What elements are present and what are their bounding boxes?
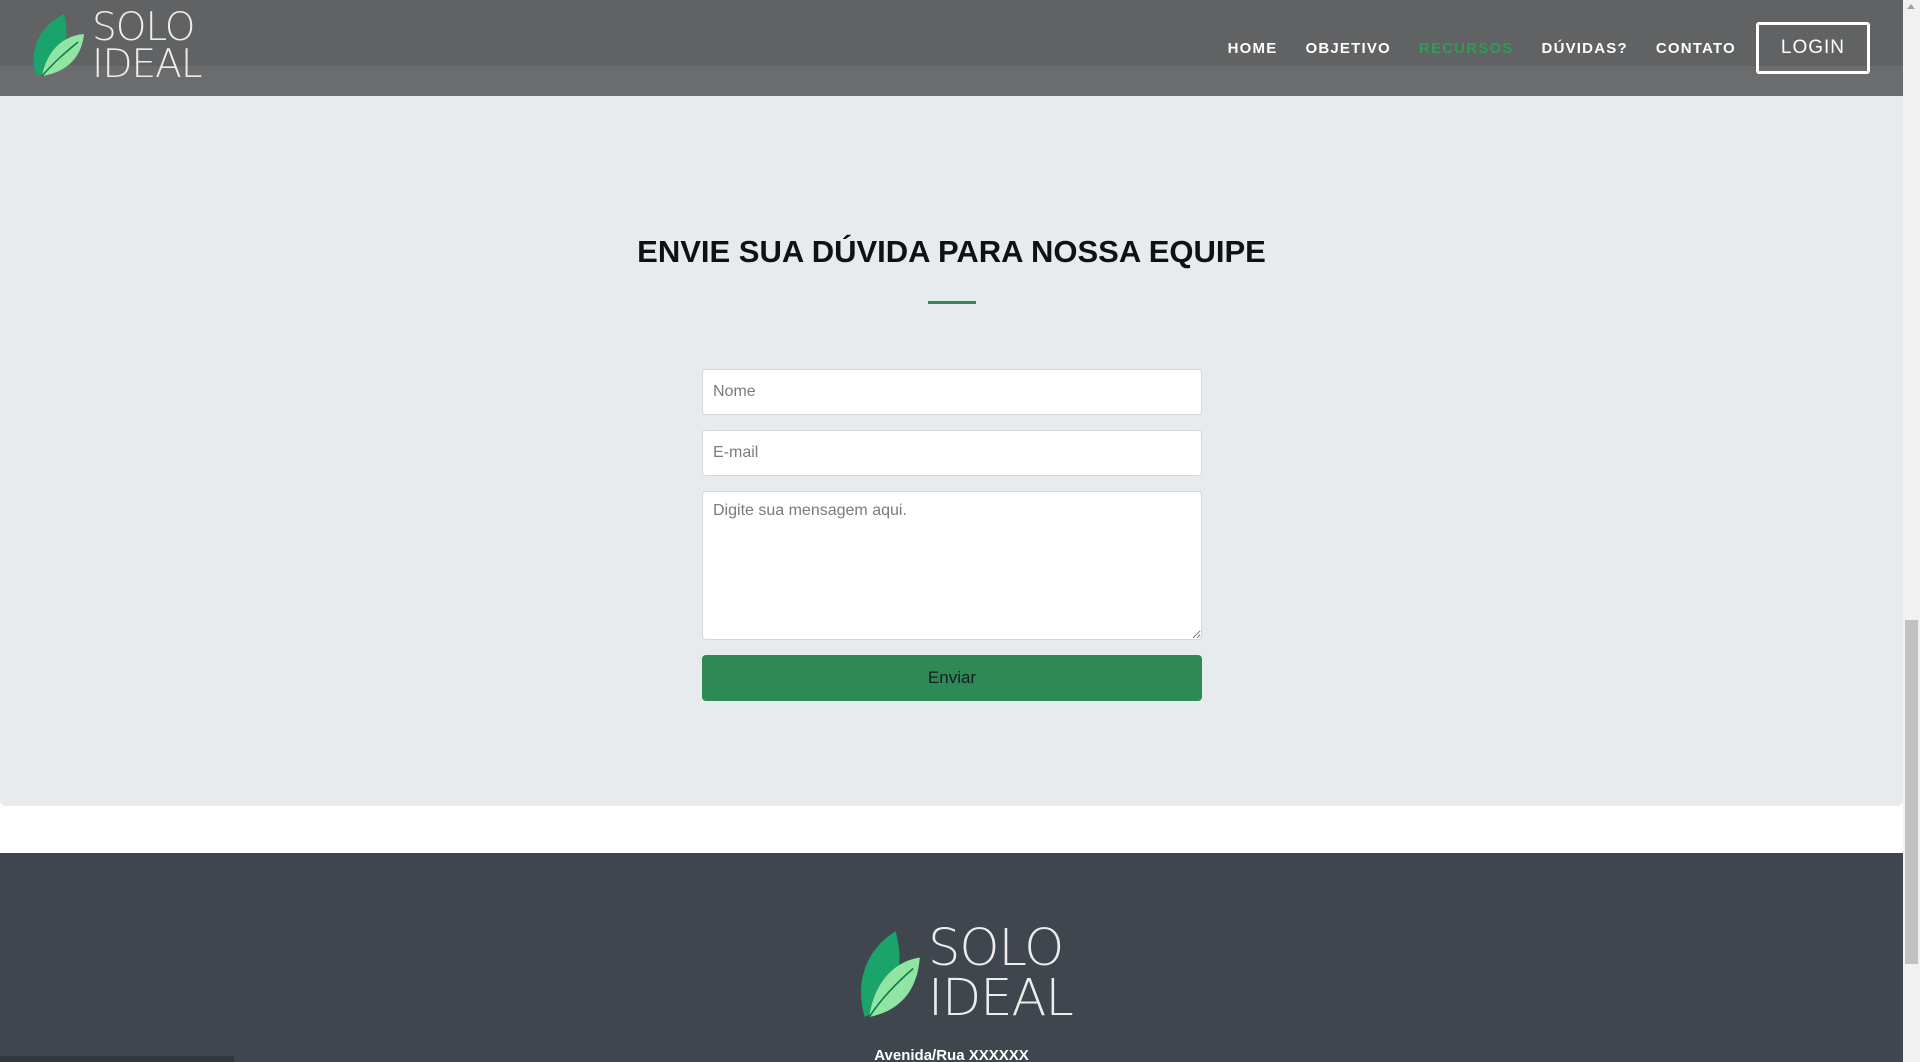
message-textarea[interactable] (702, 491, 1202, 640)
site-header: SOLO IDEAL HOME OBJETIVO RECURSOS DÚVIDA… (0, 0, 1903, 96)
logo-line-1: SOLO (92, 5, 195, 50)
nav-item-duvidas[interactable]: DÚVIDAS? (1542, 40, 1628, 57)
logo-wordmark: SOLO IDEAL (92, 5, 203, 87)
footer-logo[interactable]: SOLO IDEAL (856, 919, 1074, 1028)
header-logo[interactable]: SOLO IDEAL (28, 5, 203, 87)
leaf-logo-icon (860, 931, 920, 1018)
cookie-bar (0, 1056, 234, 1062)
contact-title: ENVIE SUA DÚVIDA PARA NOSSA EQUIPE (637, 234, 1266, 269)
logo-line-1: SOLO (928, 919, 1064, 978)
logo-line-2: IDEAL (928, 969, 1074, 1028)
contact-section: ENVIE SUA DÚVIDA PARA NOSSA EQUIPE Envia… (0, 96, 1903, 806)
scroll-up-arrow-icon[interactable] (1907, 4, 1915, 9)
logo-line-2: IDEAL (92, 42, 203, 87)
nav-item-objetivo[interactable]: OBJETIVO (1305, 40, 1390, 57)
nav-item-contato[interactable]: CONTATO (1656, 40, 1736, 57)
nav-item-home[interactable]: HOME (1228, 40, 1278, 57)
name-input[interactable] (702, 369, 1202, 415)
main-nav: HOME OBJETIVO RECURSOS DÚVIDAS? CONTATO … (1200, 22, 1870, 74)
logo-wordmark: SOLO IDEAL (928, 919, 1074, 1028)
footer-address: Avenida/Rua XXXXXX (874, 1047, 1029, 1062)
scrollbar-thumb[interactable] (1905, 620, 1918, 964)
title-divider (928, 301, 976, 304)
login-button[interactable]: LOGIN (1755, 22, 1870, 74)
send-button[interactable]: Enviar (702, 655, 1202, 701)
leaf-logo-icon (33, 14, 84, 77)
email-input[interactable] (702, 430, 1202, 476)
nav-item-recursos[interactable]: RECURSOS (1419, 40, 1514, 57)
